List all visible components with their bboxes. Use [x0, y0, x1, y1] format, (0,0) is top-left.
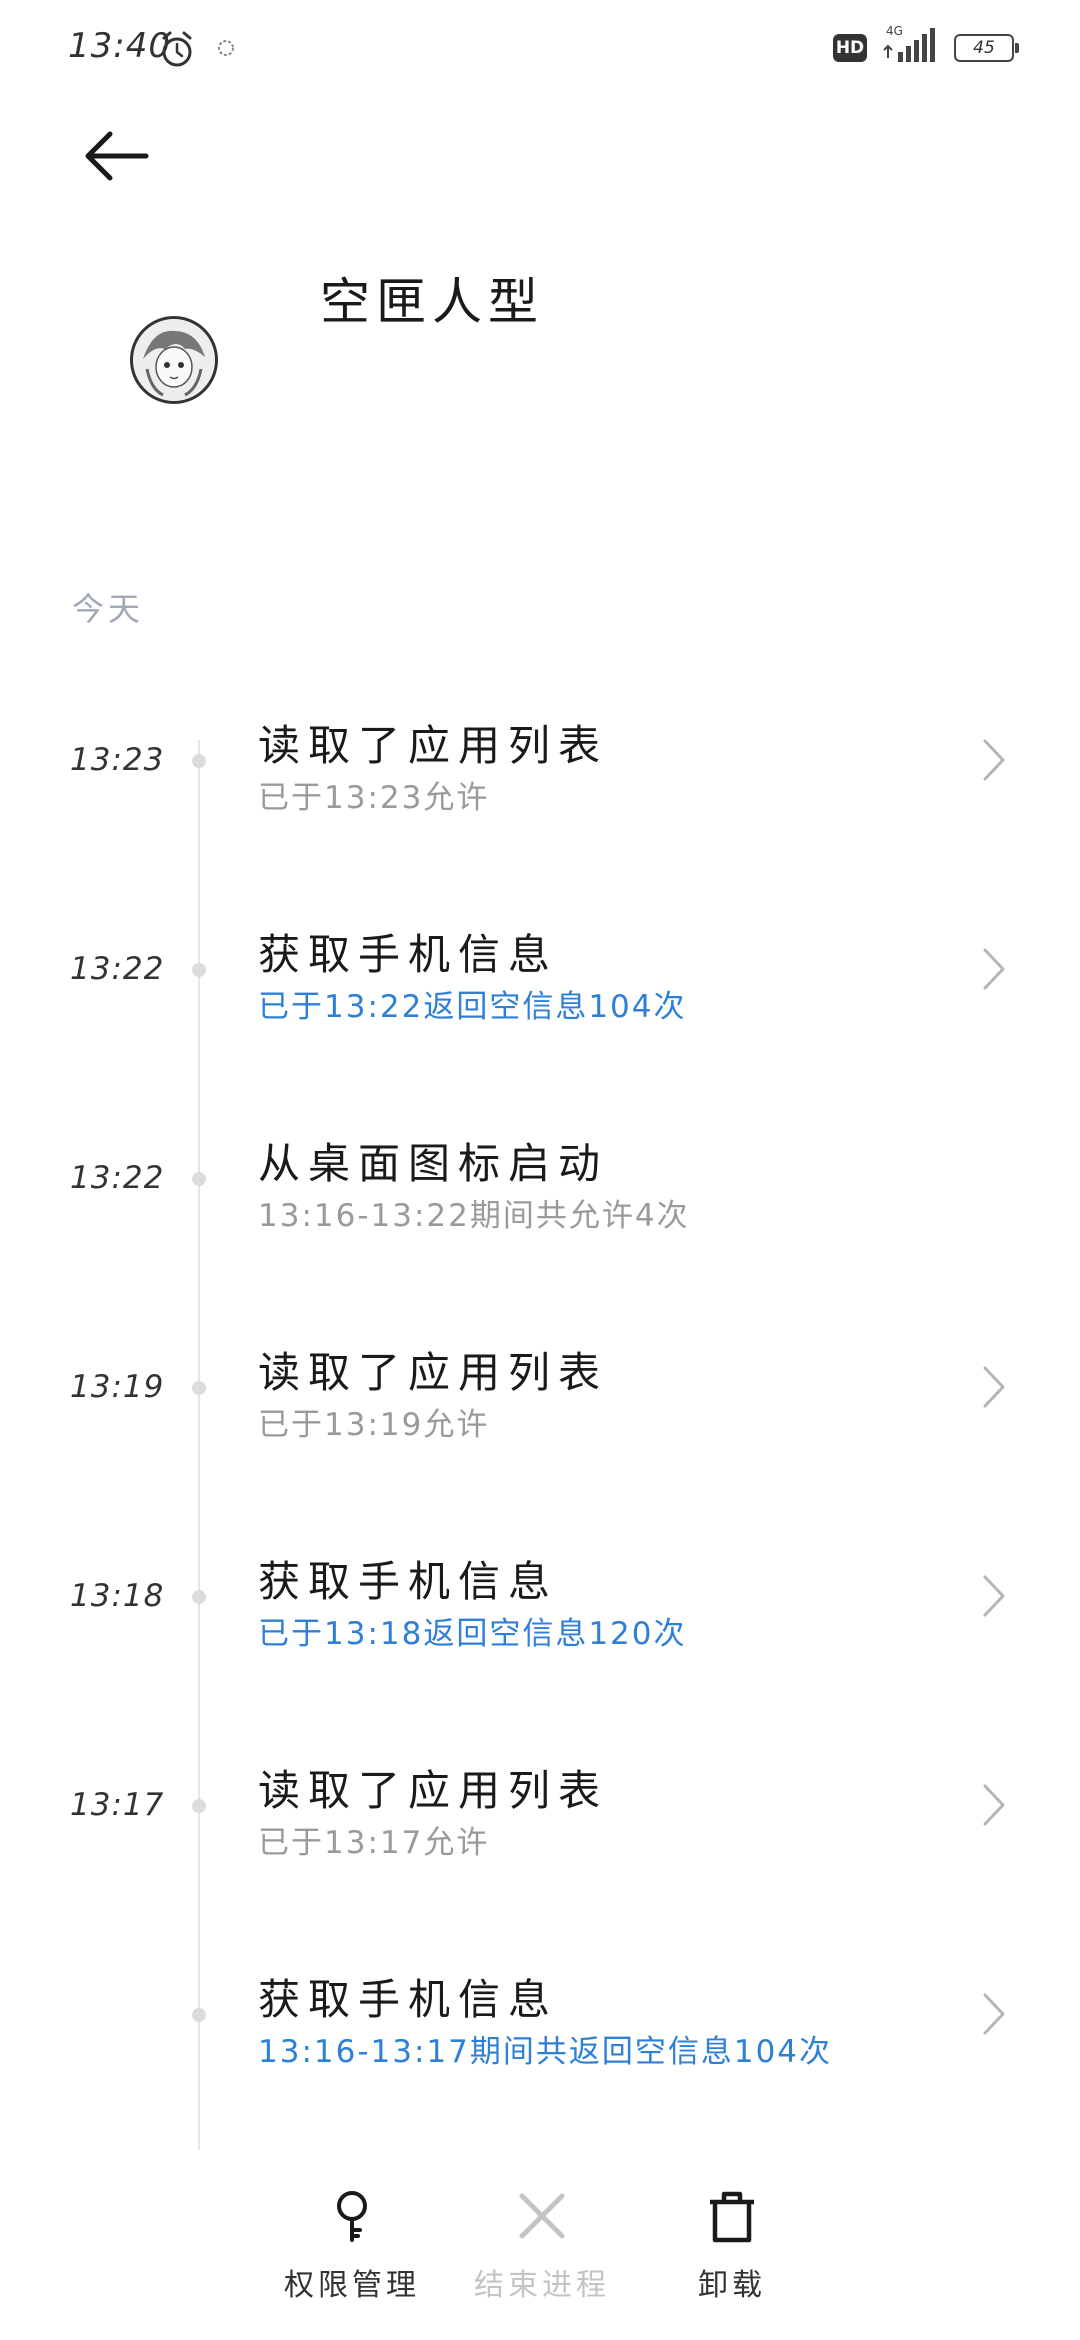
timeline-event-title: 获取手机信息 [258, 1975, 559, 2024]
timeline-event-detail: 已于13:23允许 [258, 780, 490, 816]
close-icon [519, 2193, 565, 2239]
timeline-event-detail: 13:16-13:22期间共允许4次 [258, 1198, 690, 1234]
sync-icon [218, 40, 234, 56]
chevron-right-icon[interactable] [982, 1783, 1006, 1827]
key-icon [337, 2191, 367, 2242]
timeline-item[interactable]: 13:19 读取了应用列表已于13:19允许 [0, 1327, 1080, 1507]
timeline-dot [192, 1172, 206, 1186]
timeline-time: 13:22 [70, 951, 165, 987]
signal-strength-icon [883, 28, 935, 62]
timeline-event-title: 从桌面图标启动 [258, 1139, 609, 1188]
uninstall-label: 卸载 [698, 2268, 766, 2303]
status-bar: 13:40 HD 4G 45 [0, 0, 1080, 100]
timeline-time: 13:23 [70, 742, 165, 778]
timeline-event-detail: 已于13:22返回空信息104次 [258, 989, 687, 1025]
back-arrow-icon[interactable] [82, 126, 152, 186]
permissions-button[interactable]: 权限管理 [262, 2170, 442, 2320]
end-process-button[interactable]: 结束进程 [452, 2170, 632, 2320]
timeline-dot [192, 1590, 206, 1604]
timeline-time: 13:22 [70, 1160, 165, 1196]
timeline-event-detail: 已于13:17允许 [258, 1825, 490, 1861]
permissions-label: 权限管理 [284, 2268, 420, 2303]
timeline-event-title: 读取了应用列表 [258, 1348, 609, 1397]
timeline-dot [192, 2008, 206, 2022]
timeline-item[interactable]: 13:22 获取手机信息已于13:22返回空信息104次 [0, 909, 1080, 1089]
timeline-item: 13:22 从桌面图标启动 13:16-13:22期间共允许4次 [0, 1118, 1080, 1298]
end-process-label: 结束进程 [474, 2268, 610, 2303]
uninstall-button[interactable]: 卸载 [642, 2170, 822, 2320]
section-date-label: 今天 [72, 590, 145, 628]
timeline-dot [192, 1799, 206, 1813]
chevron-right-icon[interactable] [982, 1574, 1006, 1618]
bottom-action-bar: 权限管理 结束进程 卸载 [0, 2170, 1080, 2340]
timeline-event-detail: 已于13:18返回空信息120次 [258, 1616, 687, 1652]
chevron-right-icon[interactable] [982, 947, 1006, 991]
timeline-event-title: 获取手机信息 [258, 1557, 559, 1606]
trash-icon [710, 2191, 754, 2243]
alarm-clock-icon [162, 31, 192, 67]
battery-indicator: 45 [954, 34, 1019, 62]
chevron-right-icon[interactable] [982, 1365, 1006, 1409]
timeline-item[interactable]: 获取手机信息 13:16-13:17期间共返回空信息104次 [0, 1954, 1080, 2134]
timeline-time: 13:19 [70, 1369, 165, 1405]
timeline-item[interactable]: 13:17 读取了应用列表已于13:17允许 [0, 1745, 1080, 1925]
timeline-time: 13:17 [70, 1787, 165, 1823]
anime-avatar-icon [134, 320, 214, 400]
chevron-right-icon[interactable] [982, 738, 1006, 782]
app-name: 空匣人型 [320, 273, 544, 331]
timeline-item[interactable]: 13:23 读取了应用列表已于13:23允许 [0, 700, 1080, 880]
timeline-event-detail: 已于13:19允许 [258, 1407, 490, 1443]
timeline-event-title: 获取手机信息 [258, 930, 559, 979]
timeline-event-title: 读取了应用列表 [258, 721, 609, 770]
timeline-dot [192, 1381, 206, 1395]
timeline-dot [192, 963, 206, 977]
hd-voice-badge: HD [833, 34, 867, 62]
timeline-dot [192, 754, 206, 768]
timeline-time: 13:18 [70, 1578, 165, 1614]
status-time: 13:40 [68, 26, 171, 66]
timeline-event-detail: 13:16-13:17期间共返回空信息104次 [258, 2034, 833, 2070]
app-icon-avatar [130, 316, 218, 404]
timeline-item[interactable]: 13:18 获取手机信息已于13:18返回空信息120次 [0, 1536, 1080, 1716]
timeline-event-title: 读取了应用列表 [258, 1766, 609, 1815]
chevron-right-icon[interactable] [982, 1992, 1006, 2036]
